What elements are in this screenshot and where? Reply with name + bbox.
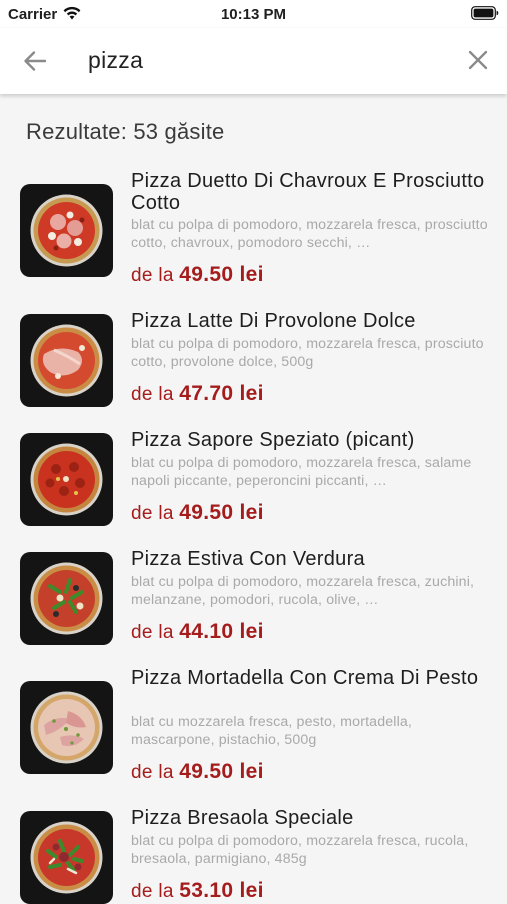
item-name: Pizza Sapore Speziato (picant) [131,429,415,451]
item-name: Pizza Bresaola Speciale [131,807,354,829]
item-price: de la 49.50 lei [131,760,264,784]
item-price: de la 49.50 lei [131,501,264,525]
search-input[interactable] [88,42,438,78]
results-count: Rezultate: 53 găsite [26,119,225,144]
list-item[interactable]: Pizza Sapore Speziato (picant) blat cu p… [0,427,507,527]
pizza-image [20,552,113,645]
item-name: Pizza Estiva Con Verdura [131,548,365,570]
price-amount: 49.50 lei [179,501,264,524]
price-prefix: de la [131,881,174,902]
item-name: Pizza Mortadella Con Crema Di Pesto [131,667,479,689]
list-item[interactable]: Pizza Latte Di Provolone Dolce blat cu p… [0,308,507,408]
price-amount: 53.10 lei [179,879,264,902]
item-description: blat cu polpa di pomodoro, mozzarela fre… [131,336,484,370]
price-amount: 44.10 lei [179,620,264,643]
search-header [0,28,507,94]
pizza-image [20,681,113,774]
price-prefix: de la [131,265,174,286]
price-prefix: de la [131,503,174,524]
price-amount: 49.50 lei [179,263,264,286]
item-price: de la 53.10 lei [131,879,264,903]
item-name: Pizza Latte Di Provolone Dolce [131,310,416,332]
price-prefix: de la [131,622,174,643]
back-arrow-icon[interactable] [20,47,50,75]
status-bar: Carrier 10:13 PM [0,0,507,28]
item-price: de la 47.70 lei [131,382,264,406]
item-name: Pizza Duetto Di Chavroux E Prosciutto Co… [131,170,485,214]
pizza-image [20,314,113,407]
item-price: de la 49.50 lei [131,263,264,287]
list-item[interactable]: Pizza Estiva Con Verdura blat cu polpa d… [0,546,507,646]
price-amount: 49.50 lei [179,760,264,783]
item-description: blat cu mozzarela fresca, pesto, mortade… [131,714,413,748]
list-item[interactable]: Pizza Duetto Di Chavroux E Prosciutto Co… [0,168,507,288]
close-icon[interactable] [464,46,492,74]
price-prefix: de la [131,762,174,783]
item-description: blat cu polpa di pomodoro, mozzarela fre… [131,455,472,489]
price-prefix: de la [131,384,174,405]
list-item[interactable]: Pizza Mortadella Con Crema Di Pesto blat… [0,665,507,787]
price-amount: 47.70 lei [179,382,264,405]
pizza-image [20,433,113,526]
battery-icon [471,6,499,20]
pizza-image [20,184,113,277]
item-description: blat cu polpa di pomodoro, mozzarela fre… [131,217,488,251]
item-price: de la 44.10 lei [131,620,264,644]
item-description: blat cu polpa di pomodoro, mozzarela fre… [131,833,469,867]
clock-time: 10:13 PM [220,6,287,23]
item-description: blat cu polpa di pomodoro, mozzarela fre… [131,574,475,608]
pizza-image [20,811,113,904]
list-item[interactable]: Pizza Bresaola Speciale blat cu polpa di… [0,805,507,904]
